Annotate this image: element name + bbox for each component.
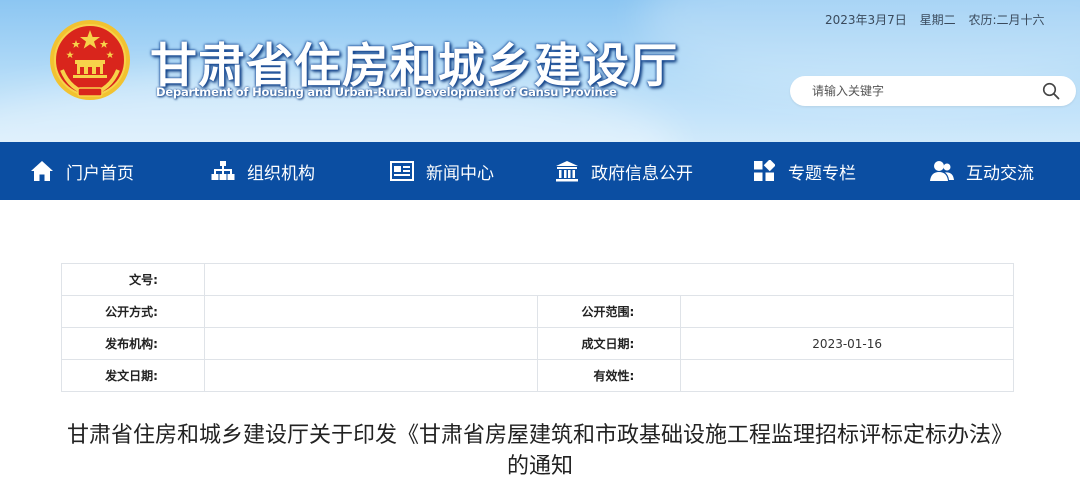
nav-item-interaction[interactable]: 互动交流 <box>930 142 1034 200</box>
search-icon[interactable] <box>1042 82 1060 100</box>
lunar-date: 农历:二月十六 <box>968 13 1045 27</box>
issue-date-value <box>203 359 539 392</box>
nav-item-news[interactable]: 新闻中心 <box>390 142 494 200</box>
nav-item-home[interactable]: 门户首页 <box>30 142 134 200</box>
government-building-icon <box>555 159 579 183</box>
disclosure-method-label: 公开方式: <box>61 295 205 328</box>
main-nav: 门户首页 组织机构 新闻中心 政府信息公开 专题专栏 互动交流 <box>0 142 1080 200</box>
nav-item-gov-info[interactable]: 政府信息公开 <box>555 142 693 200</box>
validity-label: 有效性: <box>537 359 682 392</box>
issuing-agency-value <box>203 327 539 360</box>
nav-item-special-topics[interactable]: 专题专栏 <box>752 142 856 200</box>
validity-value <box>680 359 1014 392</box>
table-row: 公开方式: 公开范围: <box>61 295 1014 328</box>
current-weekday: 星期二 <box>919 13 956 27</box>
newspaper-icon <box>390 159 414 183</box>
national-emblem-icon[interactable] <box>48 18 132 102</box>
document-meta-table: 文号: 公开方式: 公开范围: 发布机构: 成文日期: 2023-01-16 发… <box>61 263 1015 392</box>
nav-item-organization[interactable]: 组织机构 <box>211 142 315 200</box>
search-box <box>790 76 1076 106</box>
org-chart-icon <box>211 159 235 183</box>
written-date-value: 2023-01-16 <box>680 327 1014 360</box>
written-date-label: 成文日期: <box>537 327 682 360</box>
home-icon <box>30 159 54 183</box>
grid-icon <box>752 159 776 183</box>
site-header: 甘肃省住房和城乡建设厅 Department of Housing and Ur… <box>0 0 1080 142</box>
current-date: 2023年3月7日 <box>825 13 907 27</box>
article-title: 甘肃省住房和城乡建设厅关于印发《甘肃省房屋建筑和市政基础设施工程监理招标评标定标… <box>66 423 1013 479</box>
nav-item-label: 门户首页 <box>66 163 134 184</box>
users-icon <box>930 159 954 183</box>
nav-item-label: 新闻中心 <box>426 163 494 184</box>
nav-item-label: 互动交流 <box>966 163 1034 184</box>
nav-item-label: 专题专栏 <box>788 163 856 184</box>
table-row: 发文日期: 有效性: <box>61 359 1014 392</box>
search-input[interactable] <box>812 82 1022 100</box>
doc-number-label: 文号: <box>61 263 205 296</box>
disclosure-method-value <box>203 295 539 328</box>
disclosure-scope-label: 公开范围: <box>537 295 682 328</box>
doc-number-value <box>203 263 1015 296</box>
date-bar: 2023年3月7日 星期二 农历:二月十六 <box>825 11 1054 28</box>
issue-date-label: 发文日期: <box>61 359 205 392</box>
nav-item-label: 组织机构 <box>247 163 315 184</box>
table-row: 发布机构: 成文日期: 2023-01-16 <box>61 327 1014 360</box>
table-row: 文号: <box>61 263 1015 296</box>
site-subtitle: Department of Housing and Urban-Rural De… <box>156 85 617 99</box>
disclosure-scope-value <box>680 295 1014 328</box>
nav-item-label: 政府信息公开 <box>591 163 693 184</box>
issuing-agency-label: 发布机构: <box>61 327 205 360</box>
